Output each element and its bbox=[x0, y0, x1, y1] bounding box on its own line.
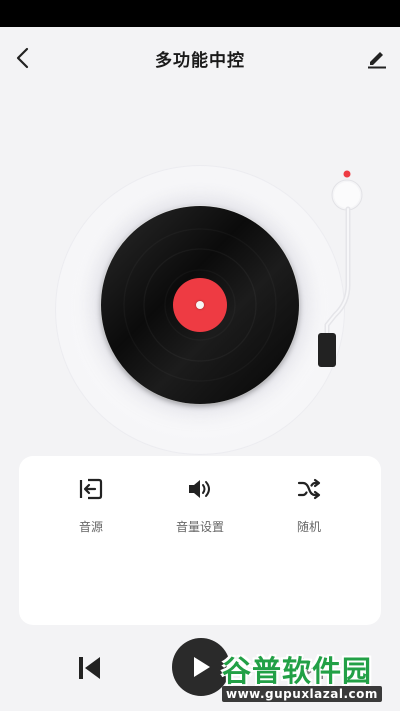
skip-previous-icon bbox=[79, 657, 100, 679]
watermark: 谷普软件园 www.gupuxlazal.com bbox=[218, 648, 398, 708]
watermark-url: www.gupuxlazal.com bbox=[222, 686, 382, 702]
play-icon bbox=[194, 657, 210, 677]
shuffle-control[interactable]: 随机 bbox=[259, 474, 359, 535]
previous-button[interactable] bbox=[70, 648, 110, 688]
source-label: 音源 bbox=[78, 520, 103, 534]
pencil-icon bbox=[368, 52, 386, 69]
page-title: 多功能中控 bbox=[155, 51, 245, 71]
function-panel: 音源 音量设置 随机 bbox=[19, 456, 381, 625]
record-spindle bbox=[196, 301, 204, 309]
input-source-icon bbox=[79, 478, 103, 500]
volume-control[interactable]: 音量设置 bbox=[150, 474, 250, 535]
shuffle-icon bbox=[297, 478, 321, 500]
volume-label: 音量设置 bbox=[175, 520, 224, 534]
tonearm[interactable] bbox=[315, 165, 375, 375]
shuffle-label: 随机 bbox=[296, 520, 321, 534]
source-control[interactable]: 音源 bbox=[41, 474, 141, 535]
status-bar bbox=[0, 0, 400, 27]
watermark-name: 谷普软件园 bbox=[222, 654, 373, 688]
volume-icon bbox=[189, 480, 210, 498]
header: 多功能中控 bbox=[0, 27, 400, 89]
edit-button[interactable] bbox=[361, 42, 393, 74]
